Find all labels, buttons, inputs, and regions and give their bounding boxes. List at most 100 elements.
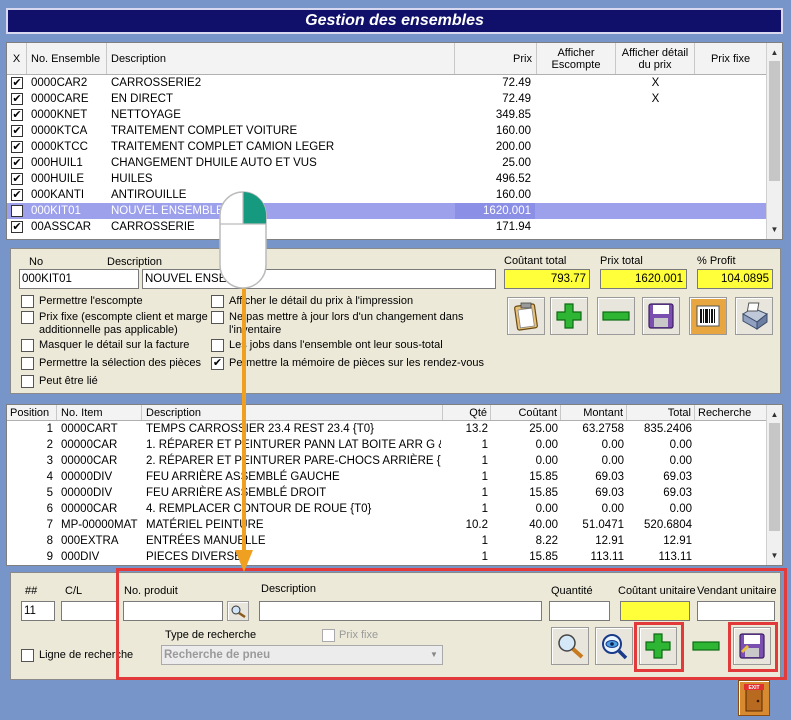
col-header-no-item[interactable]: No. Item [57, 405, 142, 420]
position-cell: 5 [46, 487, 53, 499]
item-description-cell: TEMPS CARROSSIER 23.4 REST 23.4 {T0} [146, 423, 374, 435]
ensemble-description-cell: CARROSSERIE2 [111, 77, 202, 89]
barcode-button[interactable] [689, 297, 727, 335]
option-checkbox[interactable] [21, 311, 34, 324]
col-header-x[interactable]: X [7, 43, 27, 74]
table-row[interactable]: 6 00000CAR 4. REMPLACER CONTOUR DE ROUE {T… [7, 501, 767, 517]
position-cell: 6 [46, 503, 53, 515]
col-header-position[interactable]: Position [7, 405, 57, 420]
col-header-total[interactable]: Total [627, 405, 695, 420]
prix-total-value: 1620.001 [600, 269, 687, 289]
row-checkbox[interactable]: ✔ [11, 125, 23, 137]
table-row[interactable]: 2 00000CAR 1. RÉPARER ET PEINTURER PANN LA… [7, 437, 767, 453]
scroll-down-icon[interactable]: ▼ [767, 222, 782, 237]
montant-cell: 69.03 [595, 487, 624, 499]
scroll-thumb[interactable] [769, 61, 780, 181]
row-checkbox[interactable]: ✔ [11, 109, 23, 121]
col-header-recherche[interactable]: Recherche [695, 405, 767, 420]
ensemble-no-input[interactable]: 000KIT01 [19, 269, 139, 289]
col-header-prix-fixe[interactable]: Prix fixe [695, 43, 767, 74]
ensemble-prix-cell: 496.52 [495, 173, 531, 185]
cout-total-label: Coûtant total [504, 255, 567, 267]
col-header-prix[interactable]: Prix [455, 43, 537, 74]
ensemble-prix-cell: 160.00 [495, 189, 531, 201]
qte-cell: 10.2 [465, 519, 488, 531]
table-row[interactable]: ✔ 000HUIL1 CHANGEMENT DHUILE AUTO ET VUS 25… [7, 155, 767, 171]
option-checkbox[interactable] [211, 339, 224, 352]
col-header-afficher-escompte[interactable]: Afficher Escompte [537, 43, 616, 74]
exit-button[interactable]: EXIT [738, 680, 770, 716]
option-checkbox[interactable] [21, 357, 34, 370]
coutant-cell: 15.85 [529, 551, 558, 563]
col-header-qte[interactable]: Qté [443, 405, 491, 420]
table-row[interactable]: ✔ 0000KNET NETTOYAGE 349.85 [7, 107, 767, 123]
option-checkbox[interactable] [21, 295, 34, 308]
item-no-cell: 000EXTRA [61, 535, 119, 547]
coutant-cell: 15.85 [529, 487, 558, 499]
scroll-down-icon[interactable]: ▼ [767, 548, 782, 563]
table-row[interactable]: ✔ 0000CARE EN DIRECT 72.49 X [7, 91, 767, 107]
cl-input[interactable] [61, 601, 117, 621]
ensembles-scrollbar[interactable]: ▲ ▼ [766, 43, 782, 239]
table-row[interactable]: 3 00000CAR 2. RÉPARER ET PEINTURER PARE-CH… [7, 453, 767, 469]
table-row[interactable]: ✔ 0000KTCC TRAITEMENT COMPLET CAMION LEGER… [7, 139, 767, 155]
col-header-item-description[interactable]: Description [142, 405, 443, 420]
add-ensemble-button[interactable] [550, 297, 588, 335]
row-checkbox[interactable]: ✔ [11, 93, 23, 105]
ensemble-prix-cell: 72.49 [502, 77, 531, 89]
row-checkbox[interactable]: ✔ [11, 157, 23, 169]
table-row[interactable]: 8 000EXTRA ENTRÉES MANUELLE 1 8.22 12.91 12.91 [7, 533, 767, 549]
table-row[interactable]: ✔ 000HUILE HUILES 496.52 [7, 171, 767, 187]
table-row[interactable]: 5 00000DIV FEU ARRIÈRE ASSEMBLÉ DROIT 1 15.8… [7, 485, 767, 501]
montant-cell: 63.2758 [582, 423, 624, 435]
row-checkbox[interactable]: ✔ [11, 205, 23, 217]
ensemble-description-input[interactable]: NOUVEL ENSEMBLE [142, 269, 496, 289]
line-number-input[interactable]: 11 [21, 601, 55, 621]
table-row[interactable]: ✔ 00ASSCAR CARROSSERIE 171.94 [7, 219, 767, 235]
col-header-coutant[interactable]: Coûtant [491, 405, 561, 420]
col-header-no-ensemble[interactable]: No. Ensemble [27, 43, 107, 74]
row-checkbox[interactable]: ✔ [11, 173, 23, 185]
table-row[interactable]: 7 MP-00000MAT MATÉRIEL PEINTURE 10.2 40.00 51… [7, 517, 767, 533]
table-row[interactable]: ✔ 0000CAR2 CARROSSERIE2 72.49 X [7, 75, 767, 91]
items-rows: 1 0000CART TEMPS CARROSSIER 23.4 REST 23.4… [7, 421, 767, 565]
notes-button[interactable] [507, 297, 545, 335]
ensembles-grid[interactable]: X No. Ensemble Description Prix Afficher… [6, 42, 783, 240]
table-row[interactable]: 4 00000DIV FEU ARRIÈRE ASSEMBLÉ GAUCHE 1 15.… [7, 469, 767, 485]
row-checkbox[interactable]: ✔ [11, 77, 23, 89]
scroll-up-icon[interactable]: ▲ [767, 407, 782, 422]
items-grid[interactable]: Position No. Item Description Qté Coûtan… [6, 404, 783, 566]
ensemble-prix-cell: 160.00 [495, 125, 531, 137]
col-header-description[interactable]: Description [107, 43, 455, 74]
qte-cell: 1 [481, 535, 488, 547]
table-row[interactable]: 9 000DIV PIECES DIVERSES 1 15.85 113.11 113.11 [7, 549, 767, 565]
total-cell: 69.03 [663, 487, 692, 499]
ligne-recherche-checkbox[interactable] [21, 649, 34, 662]
option-checkbox[interactable] [21, 339, 34, 352]
items-scrollbar[interactable]: ▲ ▼ [766, 405, 782, 565]
remove-ensemble-button[interactable] [597, 297, 635, 335]
option-checkbox[interactable] [211, 295, 224, 308]
ensemble-prix-cell: 25.00 [502, 157, 531, 169]
cout-total-value: 793.77 [504, 269, 590, 289]
table-row[interactable]: 1 0000CART TEMPS CARROSSIER 23.4 REST 23.4… [7, 421, 767, 437]
option-checkbox[interactable]: ✔ [211, 357, 224, 370]
row-checkbox[interactable]: ✔ [11, 189, 23, 201]
table-row[interactable]: ✔ 0000KTCA TRAITEMENT COMPLET VOITURE 160.0… [7, 123, 767, 139]
option-checkbox[interactable] [21, 375, 34, 388]
position-cell: 8 [46, 535, 53, 547]
qte-cell: 1 [481, 503, 488, 515]
table-row[interactable]: ✔ 000KIT01 NOUVEL ENSEMBLE 1620.001 [7, 203, 767, 219]
row-checkbox[interactable]: ✔ [11, 141, 23, 153]
option-checkbox[interactable] [211, 311, 224, 324]
item-description-cell: 2. RÉPARER ET PEINTURER PARE-CHOCS ARRIÈ… [146, 455, 441, 467]
col-header-afficher-detail[interactable]: Afficher détail du prix [616, 43, 695, 74]
col-header-montant[interactable]: Montant [561, 405, 627, 420]
scroll-thumb[interactable] [769, 423, 780, 531]
print-button[interactable] [735, 297, 773, 335]
save-ensemble-button[interactable] [642, 297, 680, 335]
scroll-up-icon[interactable]: ▲ [767, 45, 782, 60]
position-cell: 7 [46, 519, 53, 531]
table-row[interactable]: ✔ 000KANTI ANTIROUILLE 160.00 [7, 187, 767, 203]
row-checkbox[interactable]: ✔ [11, 221, 23, 233]
